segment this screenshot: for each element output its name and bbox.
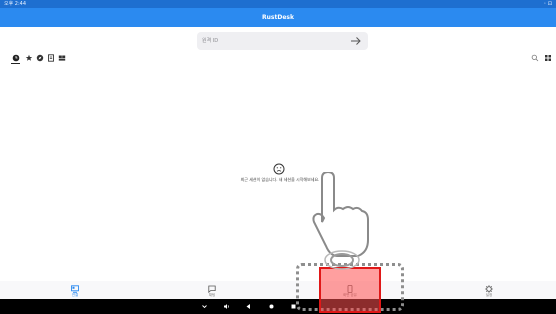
tutorial-highlight-box [319, 267, 381, 313]
back-icon[interactable] [244, 302, 253, 311]
search-icon[interactable] [530, 53, 540, 63]
remote-id-input[interactable]: 원격 ID [197, 32, 368, 50]
nav-label-settings: 설정 [485, 293, 493, 297]
group-icon[interactable] [57, 53, 67, 63]
recent-sessions-icon[interactable] [11, 53, 21, 63]
favorites-icon[interactable] [24, 53, 34, 63]
active-tab-indicator [11, 63, 20, 64]
volume-icon[interactable] [222, 302, 231, 311]
nav-item-connection[interactable]: 연결 [55, 281, 95, 299]
status-bar: 오후 2:44 ◦ ⊡ [0, 0, 556, 8]
status-time: 오후 2:44 [4, 1, 27, 7]
nav-label-chat: 채팅 [208, 293, 216, 297]
home-icon[interactable] [267, 302, 276, 311]
remote-id-placeholder: 원격 ID [202, 38, 219, 44]
bottom-nav: 연결 채팅 화면 공유 설정 [0, 281, 556, 299]
status-icons: ◦ ⊡ [543, 1, 552, 7]
arrow-right-icon[interactable] [350, 35, 362, 47]
discovered-icon[interactable] [35, 53, 45, 63]
sad-face-icon [273, 163, 285, 175]
android-nav-bar [0, 299, 556, 314]
address-book-icon[interactable] [46, 53, 56, 63]
nav-item-chat[interactable]: 채팅 [192, 281, 232, 299]
grid-view-icon[interactable] [543, 53, 553, 63]
app-title: RustDesk [262, 14, 294, 21]
app-bar: RustDesk [0, 8, 556, 27]
nav-label-connection: 연결 [71, 293, 79, 297]
pointing-hand-icon [312, 172, 369, 270]
nav-item-settings[interactable]: 설정 [469, 281, 509, 299]
chevron-down-icon[interactable] [200, 302, 209, 311]
rustdesk-screen: 오후 2:44 ◦ ⊡ RustDesk 원격 ID 최근 세션이 없습니다. … [0, 0, 556, 314]
